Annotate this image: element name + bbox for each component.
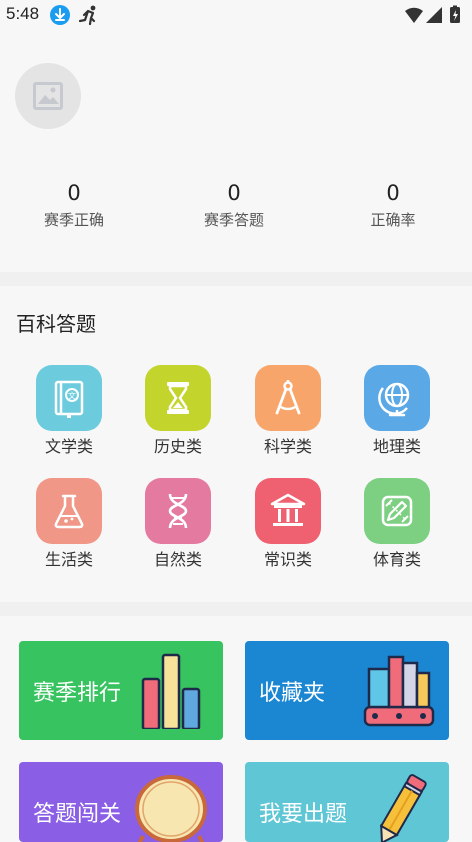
stat-label: 赛季正确 <box>43 211 104 229</box>
hourglass-icon <box>145 365 211 431</box>
category-label: 常识类 <box>263 550 312 569</box>
stat-value: 0 <box>67 181 81 205</box>
category-geography[interactable]: 地理类 <box>347 365 447 457</box>
globe-icon <box>364 365 430 431</box>
category-label: 科学类 <box>263 437 312 456</box>
category-label: 生活类 <box>44 550 93 569</box>
avatar[interactable] <box>15 63 81 129</box>
stat-label: 赛季答题 <box>203 211 264 229</box>
stat-season-correct: 0 赛季正确 <box>0 180 154 230</box>
season-ranking-card[interactable]: 赛季排行 <box>19 641 223 740</box>
drum-icon <box>135 775 207 842</box>
status-time: 5:48 <box>6 4 40 23</box>
stat-value: 0 <box>386 181 400 205</box>
category-sports[interactable]: 体育类 <box>347 478 447 570</box>
running-icon <box>78 4 100 30</box>
signal-icon <box>426 7 442 23</box>
pencil-icon <box>379 774 427 842</box>
feature-cards: 赛季排行 收藏夹 答题闯关 我要出题 <box>0 616 472 842</box>
bank-icon <box>255 478 321 544</box>
book-icon: 文 <box>36 365 102 431</box>
status-bar: 5:48 <box>0 0 472 30</box>
divider <box>0 602 472 616</box>
dna-icon <box>145 478 211 544</box>
category-label: 文学类 <box>44 437 93 456</box>
card-label: 答题闯关 <box>33 802 122 827</box>
category-label: 地理类 <box>372 437 421 456</box>
stat-value: 0 <box>227 181 241 205</box>
status-right <box>404 5 466 29</box>
divider <box>0 272 472 286</box>
card-label: 收藏夹 <box>259 681 326 706</box>
bar-chart-icon <box>141 653 201 729</box>
category-label: 历史类 <box>153 437 202 456</box>
category-label: 自然类 <box>153 550 202 569</box>
create-question-card[interactable]: 我要出题 <box>245 762 449 842</box>
card-label: 赛季排行 <box>33 681 122 706</box>
category-label: 体育类 <box>372 550 421 569</box>
category-section: 百科答题 文 文学类 历史类 科学类 地理类 生活类 自然类 常识类 体育类 <box>0 286 472 602</box>
category-nature[interactable]: 自然类 <box>128 478 228 570</box>
category-history[interactable]: 历史类 <box>128 365 228 457</box>
stat-season-answered: 0 赛季答题 <box>154 180 314 230</box>
category-life[interactable]: 生活类 <box>19 478 119 570</box>
favorites-card[interactable]: 收藏夹 <box>245 641 449 740</box>
category-literature[interactable]: 文 文学类 <box>19 365 119 457</box>
wifi-icon <box>405 7 423 23</box>
flask-icon <box>36 478 102 544</box>
image-placeholder-icon <box>33 82 63 110</box>
card-label: 我要出题 <box>259 802 348 827</box>
stat-label: 正确率 <box>370 211 416 229</box>
quiz-challenge-card[interactable]: 答题闯关 <box>19 762 223 842</box>
category-common-sense[interactable]: 常识类 <box>238 478 338 570</box>
books-icon <box>363 655 435 727</box>
profile-section: 0 赛季正确 0 赛季答题 0 正确率 <box>0 30 472 272</box>
ruler-pencil-icon <box>364 478 430 544</box>
compass-icon <box>255 365 321 431</box>
section-title: 百科答题 <box>16 312 96 336</box>
download-icon <box>50 5 70 25</box>
category-science[interactable]: 科学类 <box>238 365 338 457</box>
stat-accuracy: 0 正确率 <box>313 180 472 230</box>
svg-text:文: 文 <box>68 391 76 401</box>
